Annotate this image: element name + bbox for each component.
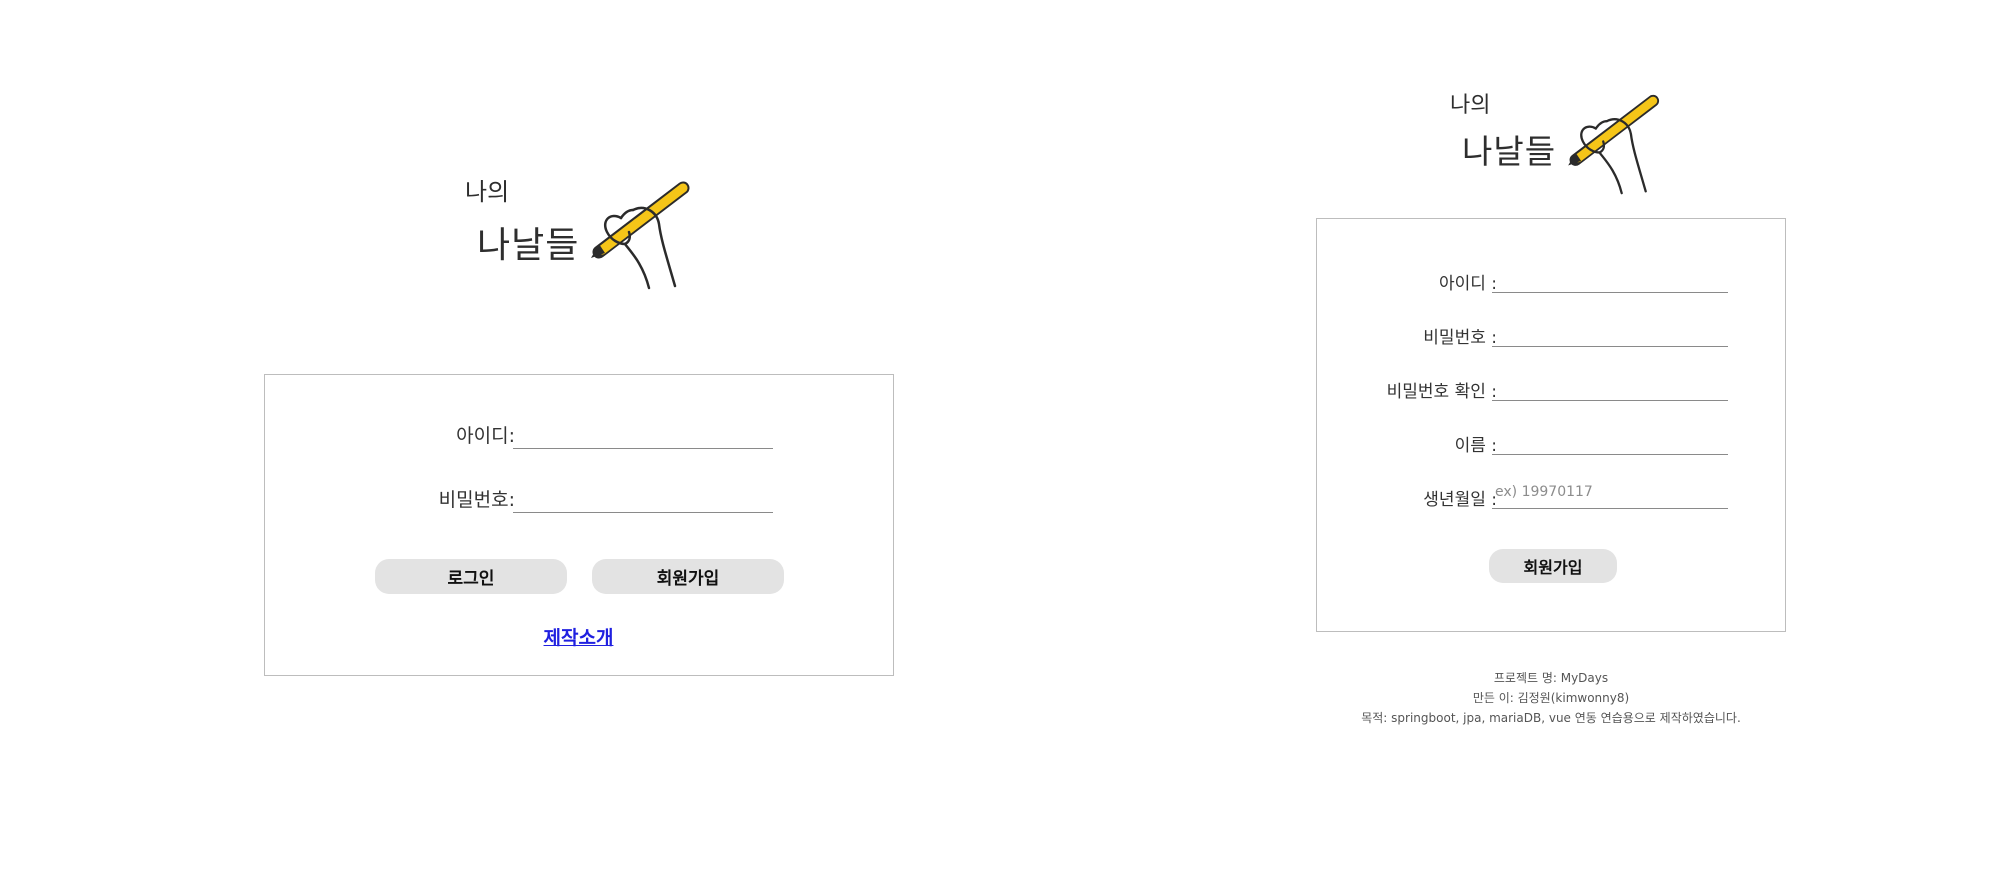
login-button[interactable]: 로그인 xyxy=(375,559,567,594)
logo-line1: 나의 xyxy=(1450,93,1491,118)
logo-line2: 나날들 xyxy=(1462,132,1557,171)
signup-name-label: 이름 : xyxy=(1454,436,1497,456)
logo-line1: 나의 xyxy=(465,178,510,206)
signup-button[interactable]: 회원가입 xyxy=(592,559,784,594)
project-name-text: 프로젝트 명: MyDays xyxy=(1493,671,1609,685)
logo-left: 나의 나날들 xyxy=(465,160,705,290)
hand-pencil-icon xyxy=(591,181,690,290)
page: 나의 나날들 아이디: 비밀번호: 로그인 회원가입 제작소개 나의 나날들 아… xyxy=(0,0,2000,886)
password-label: 비밀번호: xyxy=(438,489,515,511)
author-text: 만든 이: 김정원(kimwonny8) xyxy=(1472,691,1630,705)
hand-pencil-icon xyxy=(1568,94,1660,195)
signup-submit-button[interactable]: 회원가입 xyxy=(1489,549,1617,583)
login-panel: 아이디: 비밀번호: 로그인 회원가입 제작소개 xyxy=(264,374,894,676)
signup-password-confirm-label: 비밀번호 확인 : xyxy=(1386,382,1497,402)
signup-birthdate-input[interactable] xyxy=(1492,479,1728,509)
signup-name-input[interactable] xyxy=(1492,425,1728,455)
signup-id-input[interactable] xyxy=(1492,263,1728,293)
signup-password-confirm-input[interactable] xyxy=(1492,371,1728,401)
id-input[interactable] xyxy=(513,417,773,449)
about-link[interactable]: 제작소개 xyxy=(265,623,892,650)
logo-right: 나의 나날들 xyxy=(1450,75,1680,195)
signup-id-label: 아이디 : xyxy=(1438,274,1497,294)
logo-line2: 나날들 xyxy=(477,225,580,266)
signup-password-label: 비밀번호 : xyxy=(1423,328,1497,348)
signup-password-input[interactable] xyxy=(1492,317,1728,347)
password-input[interactable] xyxy=(513,481,773,513)
signup-panel: 아이디 : 비밀번호 : 비밀번호 확인 : 이름 : 생년월일 : 회원가입 xyxy=(1316,218,1786,632)
signup-birthdate-label: 생년월일 : xyxy=(1423,490,1497,510)
id-label: 아이디: xyxy=(456,425,515,447)
purpose-text: 목적: springboot, jpa, mariaDB, vue 연동 연습용… xyxy=(1361,711,1741,725)
project-info: 프로젝트 명: MyDays 만든 이: 김정원(kimwonny8) 목적: … xyxy=(1316,668,1786,728)
